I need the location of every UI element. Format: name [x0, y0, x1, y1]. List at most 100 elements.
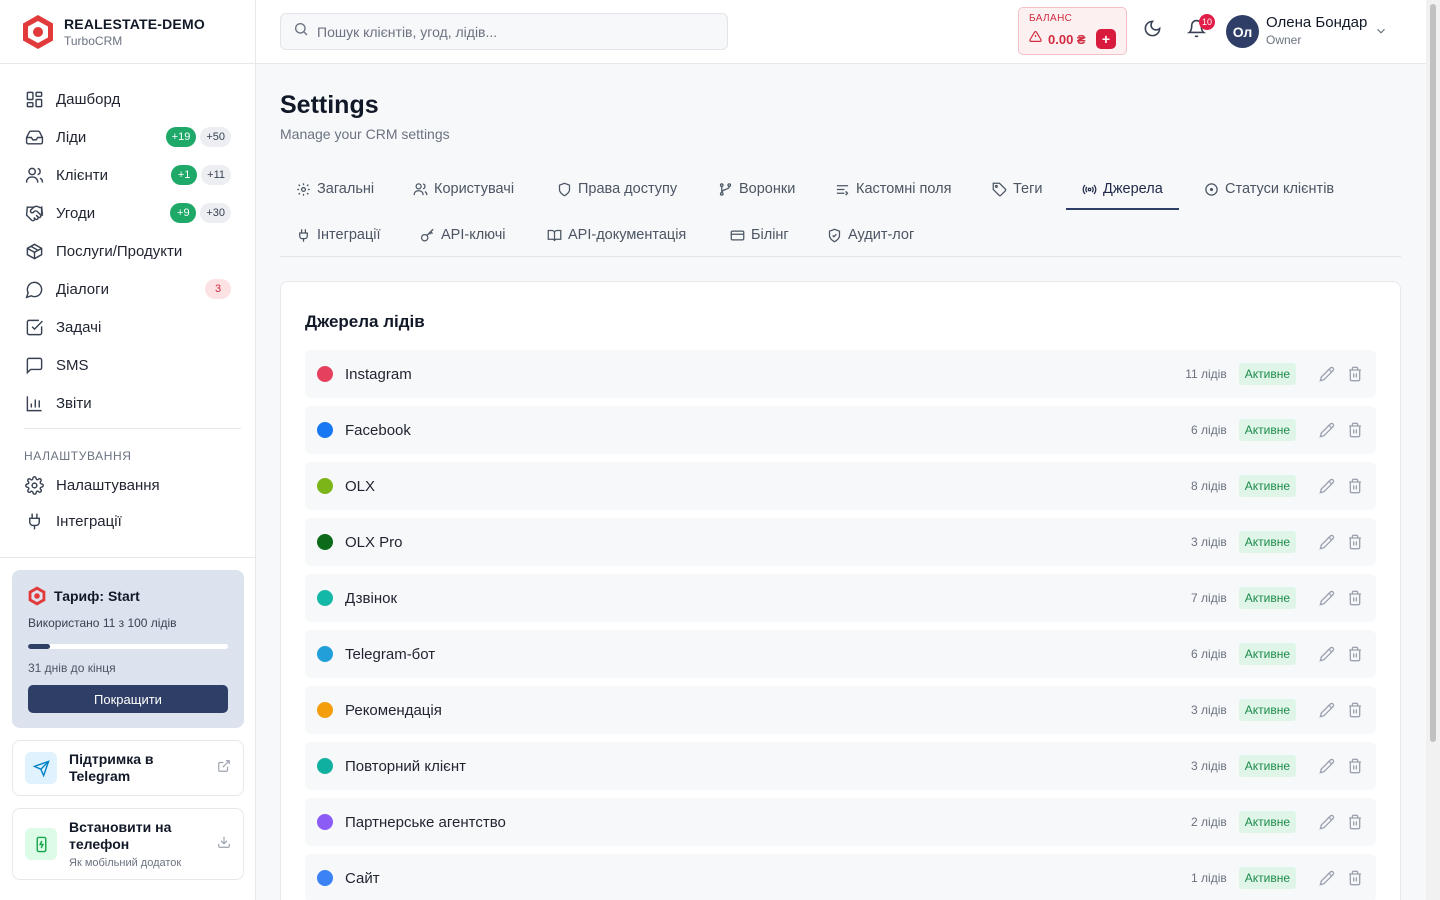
- edit-icon[interactable]: [1318, 365, 1336, 383]
- tab-general[interactable]: Загальні: [296, 168, 374, 210]
- lead-source-row[interactable]: Рекомендація 3 лідів Активне: [305, 686, 1376, 734]
- new-count-badge: +9: [170, 203, 197, 223]
- edit-icon[interactable]: [1318, 757, 1336, 775]
- total-count-badge: +30: [200, 203, 231, 223]
- status-badge: Активне: [1238, 643, 1296, 665]
- tab-users[interactable]: Користувачі: [413, 168, 514, 210]
- trash-icon[interactable]: [1346, 869, 1364, 887]
- status-badge: Активне: [1238, 699, 1296, 721]
- source-name: Партнерське агентство: [345, 813, 506, 831]
- sidebar-item-dashboard[interactable]: Дашборд: [0, 80, 255, 118]
- edit-icon[interactable]: [1318, 533, 1336, 551]
- edit-icon[interactable]: [1318, 589, 1336, 607]
- sidebar-item-deals[interactable]: Угоди +9 +30: [0, 194, 255, 232]
- lead-source-row[interactable]: OLX Pro 3 лідів Активне: [305, 518, 1376, 566]
- edit-icon[interactable]: [1318, 813, 1336, 831]
- sidebar-item-tasks[interactable]: Задачі: [0, 308, 255, 346]
- tab-billing[interactable]: Білінг: [730, 214, 789, 256]
- source-lead-count: 6 лідів: [1191, 647, 1227, 661]
- user-name[interactable]: Олена Бондар: [1266, 14, 1367, 31]
- sidebar-item-reports[interactable]: Звіти: [0, 384, 255, 422]
- tab-custom-fields[interactable]: Кастомні поля: [835, 168, 951, 210]
- source-name: Дзвінок: [345, 589, 398, 607]
- search-box[interactable]: [280, 13, 728, 50]
- lead-source-row[interactable]: Instagram 11 лідів Активне: [305, 350, 1376, 398]
- install-app-card[interactable]: Встановити на телефон Як мобільний додат…: [12, 808, 244, 880]
- lead-source-row[interactable]: Telegram-бот 6 лідів Активне: [305, 630, 1376, 678]
- sidebar-item-sms[interactable]: SMS: [0, 346, 255, 384]
- theme-toggle[interactable]: [1141, 20, 1163, 42]
- trash-icon[interactable]: [1346, 701, 1364, 719]
- lead-source-row[interactable]: Партнерське агентство 2 лідів Активне: [305, 798, 1376, 846]
- edit-icon[interactable]: [1318, 701, 1336, 719]
- trash-icon[interactable]: [1346, 421, 1364, 439]
- sidebar-item-label: Інтеграції: [56, 512, 122, 530]
- lead-source-row[interactable]: OLX 8 лідів Активне: [305, 462, 1376, 510]
- sidebar-item-dialogs[interactable]: Діалоги 3: [0, 270, 255, 308]
- tab-tags[interactable]: Теги: [992, 168, 1043, 210]
- tab-client-statuses[interactable]: Статуси клієнтів: [1204, 168, 1334, 210]
- status-badge: Активне: [1238, 363, 1296, 385]
- trash-icon[interactable]: [1346, 477, 1364, 495]
- tab-label: Воронки: [739, 181, 796, 197]
- source-lead-count: 11 лідів: [1185, 367, 1227, 381]
- trash-icon[interactable]: [1346, 813, 1364, 831]
- plan-progress-fill: [28, 644, 50, 649]
- search-input[interactable]: [317, 23, 717, 40]
- brand[interactable]: REALESTATE-DEMO TurboCRM: [0, 0, 255, 64]
- telegram-support-card[interactable]: Підтримка в Telegram: [12, 740, 244, 796]
- top-header: БАЛАНС 0.00 ₴ + 10 Ол Олена Бондар Owner: [256, 0, 1426, 64]
- book-icon: [547, 228, 562, 243]
- sidebar-item-products[interactable]: Послуги/Продукти: [0, 232, 255, 270]
- list-icon: [835, 182, 850, 197]
- trash-icon[interactable]: [1346, 645, 1364, 663]
- trash-icon[interactable]: [1346, 757, 1364, 775]
- trash-icon[interactable]: [1346, 365, 1364, 383]
- upgrade-button[interactable]: Покращити: [28, 685, 228, 713]
- notifications-button[interactable]: 10: [1185, 14, 1215, 42]
- source-name: Сайт: [345, 869, 380, 887]
- plan-logo-icon: [28, 586, 46, 606]
- lead-source-row[interactable]: Дзвінок 7 лідів Активне: [305, 574, 1376, 622]
- page-title: Settings: [280, 91, 379, 119]
- scrollbar-thumb[interactable]: [1430, 4, 1436, 742]
- source-color-dot: [317, 758, 333, 774]
- sidebar-item-label: Налаштування: [56, 476, 160, 494]
- avatar[interactable]: Ол: [1226, 15, 1259, 48]
- source-lead-count: 8 лідів: [1191, 479, 1227, 493]
- sidebar-item-label: Послуги/Продукти: [56, 242, 183, 260]
- chevron-down-icon[interactable]: [1374, 24, 1388, 43]
- trash-icon[interactable]: [1346, 533, 1364, 551]
- tab-label: Білінг: [751, 227, 789, 243]
- tab-integrations[interactable]: Інтеграції: [296, 214, 381, 256]
- tab-sources[interactable]: Джерела: [1066, 168, 1179, 210]
- scrollbar[interactable]: [1426, 0, 1440, 900]
- sidebar-item-clients[interactable]: Клієнти +1 +11: [0, 156, 255, 194]
- tab-label: API-документація: [568, 227, 687, 243]
- sidebar-item-leads[interactable]: Ліди +19 +50: [0, 118, 255, 156]
- sidebar-item-integrations[interactable]: Інтеграції: [0, 503, 255, 539]
- plan-usage: Використано 11 з 100 лідів: [28, 616, 177, 630]
- edit-icon[interactable]: [1318, 645, 1336, 663]
- download-icon: [217, 835, 231, 854]
- tab-funnels[interactable]: Воронки: [718, 168, 795, 210]
- lead-source-row[interactable]: Повторний клієнт 3 лідів Активне: [305, 742, 1376, 790]
- lead-source-row[interactable]: Facebook 6 лідів Активне: [305, 406, 1376, 454]
- plug-icon: [24, 511, 44, 531]
- top-up-button[interactable]: +: [1096, 29, 1116, 49]
- source-lead-count: 1 лідів: [1191, 871, 1227, 885]
- source-color-dot: [317, 814, 333, 830]
- edit-icon[interactable]: [1318, 477, 1336, 495]
- tab-api-docs[interactable]: API-документація: [547, 214, 686, 256]
- edit-icon[interactable]: [1318, 869, 1336, 887]
- card-icon: [730, 228, 745, 243]
- trash-icon[interactable]: [1346, 589, 1364, 607]
- tab-permissions[interactable]: Права доступу: [557, 168, 677, 210]
- edit-icon[interactable]: [1318, 421, 1336, 439]
- balance-widget[interactable]: БАЛАНС 0.00 ₴ +: [1018, 7, 1127, 55]
- sidebar-item-settings[interactable]: Налаштування: [0, 467, 255, 503]
- tab-audit-log[interactable]: Аудит-лог: [827, 214, 914, 256]
- source-lead-count: 3 лідів: [1191, 759, 1227, 773]
- lead-source-row[interactable]: Сайт 1 лідів Активне: [305, 854, 1376, 900]
- tab-api-keys[interactable]: API-ключі: [420, 214, 506, 256]
